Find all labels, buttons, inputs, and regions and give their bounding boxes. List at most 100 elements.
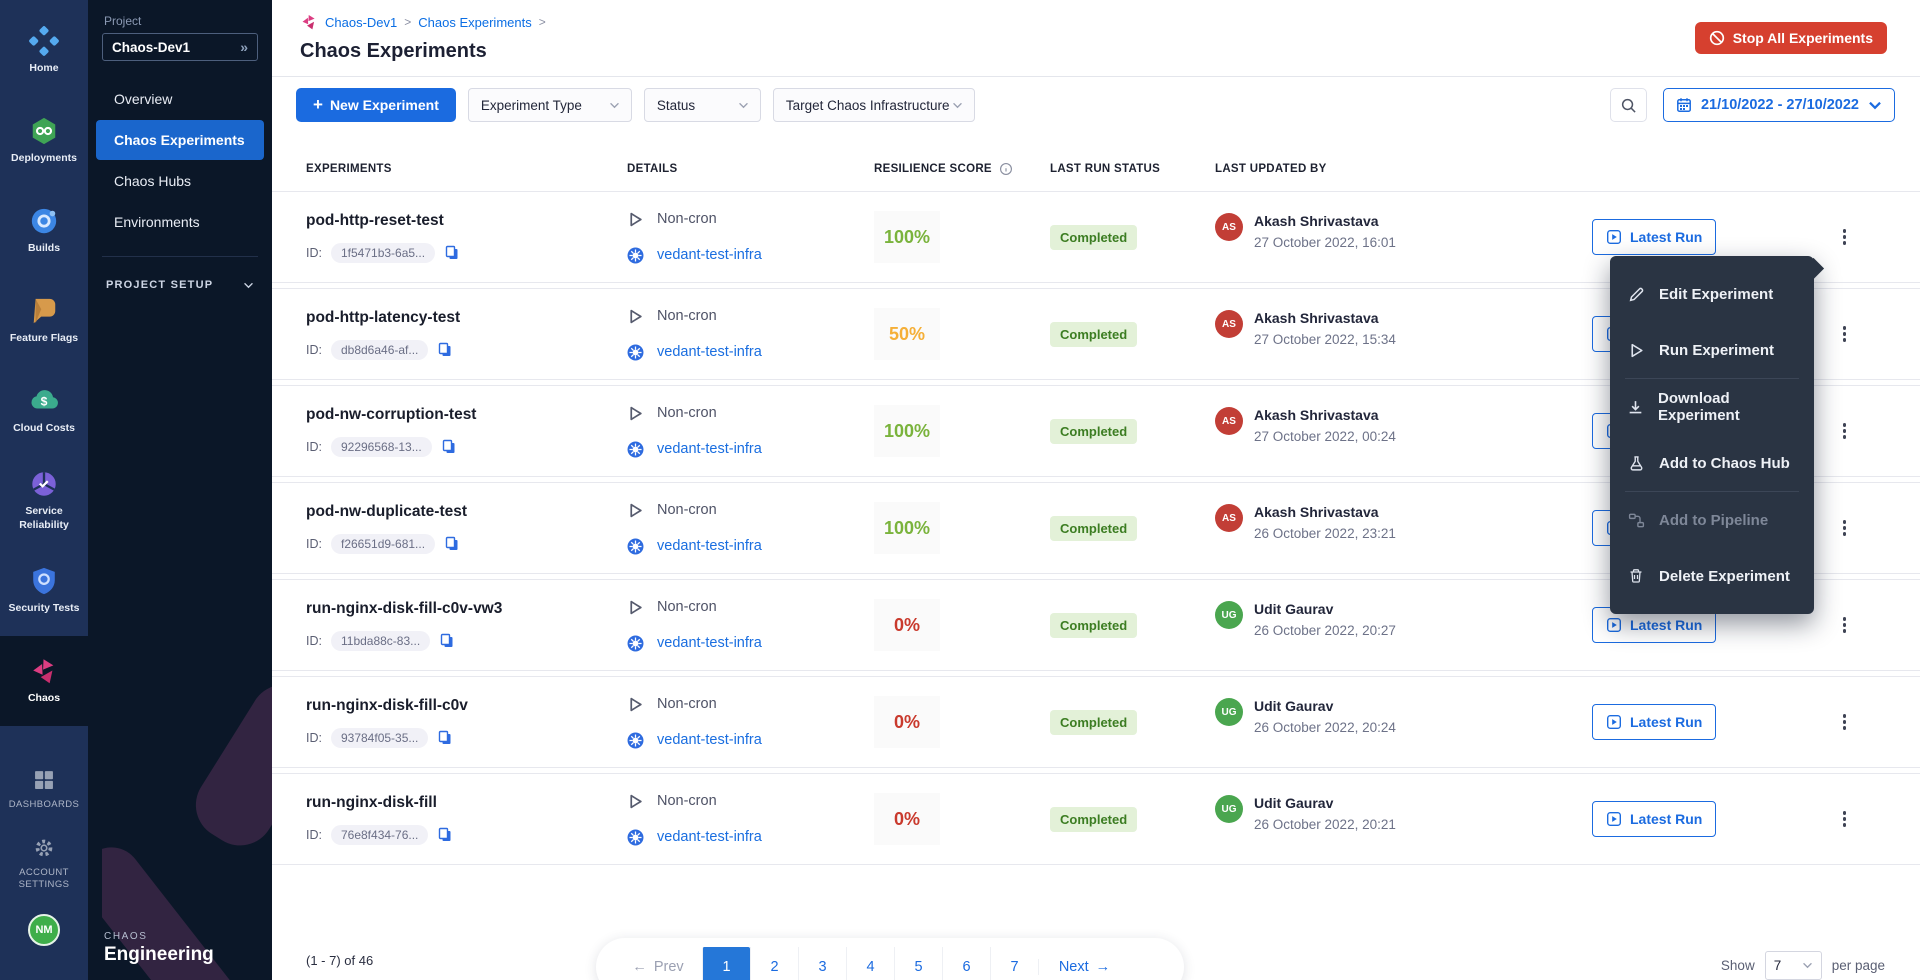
menu-item-download-experiment[interactable]: Download Experiment (1610, 379, 1814, 435)
page-title: Chaos Experiments (300, 40, 1892, 63)
updated-date: 26 October 2022, 20:24 (1254, 720, 1396, 735)
sidebar-item-feature-flags[interactable]: Feature Flags (0, 276, 88, 366)
row-menu-button[interactable] (1837, 611, 1853, 639)
sidebar-item-account-settings[interactable]: ACCOUNT SETTINGS (0, 826, 88, 900)
sidebar-item-service-reliability[interactable]: Service Reliability (0, 456, 88, 546)
infrastructure-link[interactable]: vedant-test-infra (657, 538, 762, 554)
latest-run-button[interactable]: Latest Run (1592, 219, 1716, 255)
per-page-select[interactable]: 7 (1765, 951, 1822, 980)
new-experiment-button[interactable]: + New Experiment (296, 88, 456, 122)
status-badge: Completed (1050, 419, 1137, 444)
date-range-picker[interactable]: 21/10/2022 - 27/10/2022 (1663, 88, 1895, 122)
menu-item-run-experiment[interactable]: Run Experiment (1610, 322, 1814, 378)
latest-run-icon (1606, 714, 1622, 730)
project-selector[interactable]: Chaos-Dev1 » (102, 33, 258, 61)
dashboards-icon (31, 767, 57, 793)
page-button-4[interactable]: 4 (846, 947, 894, 980)
module-label: DASHBOARDS (6, 799, 83, 811)
menu-item-edit-experiment[interactable]: Edit Experiment (1610, 266, 1814, 322)
menu-item-delete-experiment[interactable]: Delete Experiment (1610, 548, 1814, 604)
id-label: ID: (306, 731, 322, 745)
experiment-name[interactable]: pod-nw-duplicate-test (306, 503, 627, 521)
page-button-7[interactable]: 7 (990, 947, 1038, 980)
page-button-2[interactable]: 2 (750, 947, 798, 980)
page-button-6[interactable]: 6 (942, 947, 990, 980)
filter-dropdown-experiment-type[interactable]: Experiment Type (468, 88, 632, 122)
module-label: Chaos (25, 692, 63, 706)
prev-page-button[interactable]: ← Prev (614, 959, 702, 975)
infrastructure-link[interactable]: vedant-test-infra (657, 829, 762, 845)
play-outline-icon (1627, 342, 1645, 359)
latest-run-button[interactable]: Latest Run (1592, 801, 1716, 837)
copy-icon[interactable] (439, 633, 455, 649)
sidebar-item-security-tests[interactable]: Security Tests (0, 546, 88, 636)
copy-icon[interactable] (437, 827, 453, 843)
page-button-1[interactable]: 1 (702, 947, 750, 980)
project-setup-toggle[interactable]: PROJECT SETUP (88, 279, 272, 291)
home-icon (29, 26, 59, 56)
info-icon[interactable] (999, 162, 1013, 176)
sidebar-item-chaos[interactable]: Chaos (0, 636, 88, 726)
infrastructure-link[interactable]: vedant-test-infra (657, 441, 762, 457)
page-button-5[interactable]: 5 (894, 947, 942, 980)
download-icon (1627, 399, 1644, 416)
expand-project-icon[interactable]: » (240, 39, 248, 55)
sidebar-item-overview[interactable]: Overview (96, 79, 264, 119)
user-avatar[interactable]: NM (28, 914, 60, 946)
table-row: run-nginx-disk-fill-c0v ID: 93784f05-35.… (272, 676, 1920, 768)
copy-icon[interactable] (437, 342, 453, 358)
id-label: ID: (306, 343, 322, 357)
breadcrumb-link[interactable]: Chaos-Dev1 (325, 15, 397, 30)
experiment-name[interactable]: run-nginx-disk-fill-c0v-vw3 (306, 600, 627, 618)
copy-icon[interactable] (444, 245, 460, 261)
col-last-run-status: LAST RUN STATUS (1050, 163, 1215, 175)
project-sidebar: Project Chaos-Dev1 » OverviewChaos Exper… (88, 0, 272, 980)
sidebar-item-cloud-costs[interactable]: $ Cloud Costs (0, 366, 88, 456)
filter-dropdown-target-chaos-infrastructure[interactable]: Target Chaos Infrastructure (773, 88, 975, 122)
row-menu-button[interactable] (1837, 320, 1853, 348)
experiment-name[interactable]: pod-nw-corruption-test (306, 406, 627, 424)
infrastructure-link[interactable]: vedant-test-infra (657, 247, 762, 263)
show-label: Show (1721, 958, 1755, 973)
row-menu-button[interactable] (1837, 223, 1853, 251)
infrastructure-icon (627, 344, 644, 361)
schedule-type: Non-cron (657, 502, 717, 518)
experiment-name[interactable]: run-nginx-disk-fill (306, 794, 627, 812)
filter-dropdown-status[interactable]: Status (644, 88, 761, 122)
infrastructure-link[interactable]: vedant-test-infra (657, 635, 762, 651)
infrastructure-link[interactable]: vedant-test-infra (657, 344, 762, 360)
row-menu-button[interactable] (1837, 708, 1853, 736)
infrastructure-icon (627, 538, 644, 555)
sidebar-item-builds[interactable]: Builds (0, 186, 88, 276)
latest-run-button[interactable]: Latest Run (1592, 704, 1716, 740)
row-menu-button[interactable] (1837, 805, 1853, 833)
breadcrumb-link[interactable]: Chaos Experiments (418, 15, 531, 30)
sidebar-item-home[interactable]: Home (0, 6, 88, 96)
experiment-id: 76e8f434-76... (331, 825, 428, 845)
experiment-name[interactable]: pod-http-reset-test (306, 212, 627, 230)
experiment-name[interactable]: pod-http-latency-test (306, 309, 627, 327)
builds-icon (29, 206, 59, 236)
search-icon (1620, 97, 1637, 114)
sidebar-item-dashboards[interactable]: DASHBOARDS (0, 752, 88, 826)
copy-icon[interactable] (437, 730, 453, 746)
copy-icon[interactable] (441, 439, 457, 455)
page-button-3[interactable]: 3 (798, 947, 846, 980)
sidebar-item-chaos-hubs[interactable]: Chaos Hubs (96, 161, 264, 201)
stop-all-experiments-button[interactable]: Stop All Experiments (1695, 22, 1887, 54)
row-menu-button[interactable] (1837, 514, 1853, 542)
menu-item-add-to-chaos-hub[interactable]: Add to Chaos Hub (1610, 435, 1814, 491)
status-badge: Completed (1050, 322, 1137, 347)
row-menu-button[interactable] (1837, 417, 1853, 445)
avatar: AS (1215, 213, 1243, 241)
copy-icon[interactable] (444, 536, 460, 552)
sidebar-item-environments[interactable]: Environments (96, 202, 264, 242)
experiment-name[interactable]: run-nginx-disk-fill-c0v (306, 697, 627, 715)
infrastructure-link[interactable]: vedant-test-infra (657, 732, 762, 748)
chaos-hub-icon (1627, 455, 1645, 472)
updated-by-name: Udit Gaurav (1254, 698, 1396, 714)
sidebar-item-chaos-experiments[interactable]: Chaos Experiments (96, 120, 264, 160)
sidebar-item-deployments[interactable]: Deployments (0, 96, 88, 186)
search-button[interactable] (1610, 88, 1647, 122)
next-page-button[interactable]: Next → (1038, 959, 1130, 975)
